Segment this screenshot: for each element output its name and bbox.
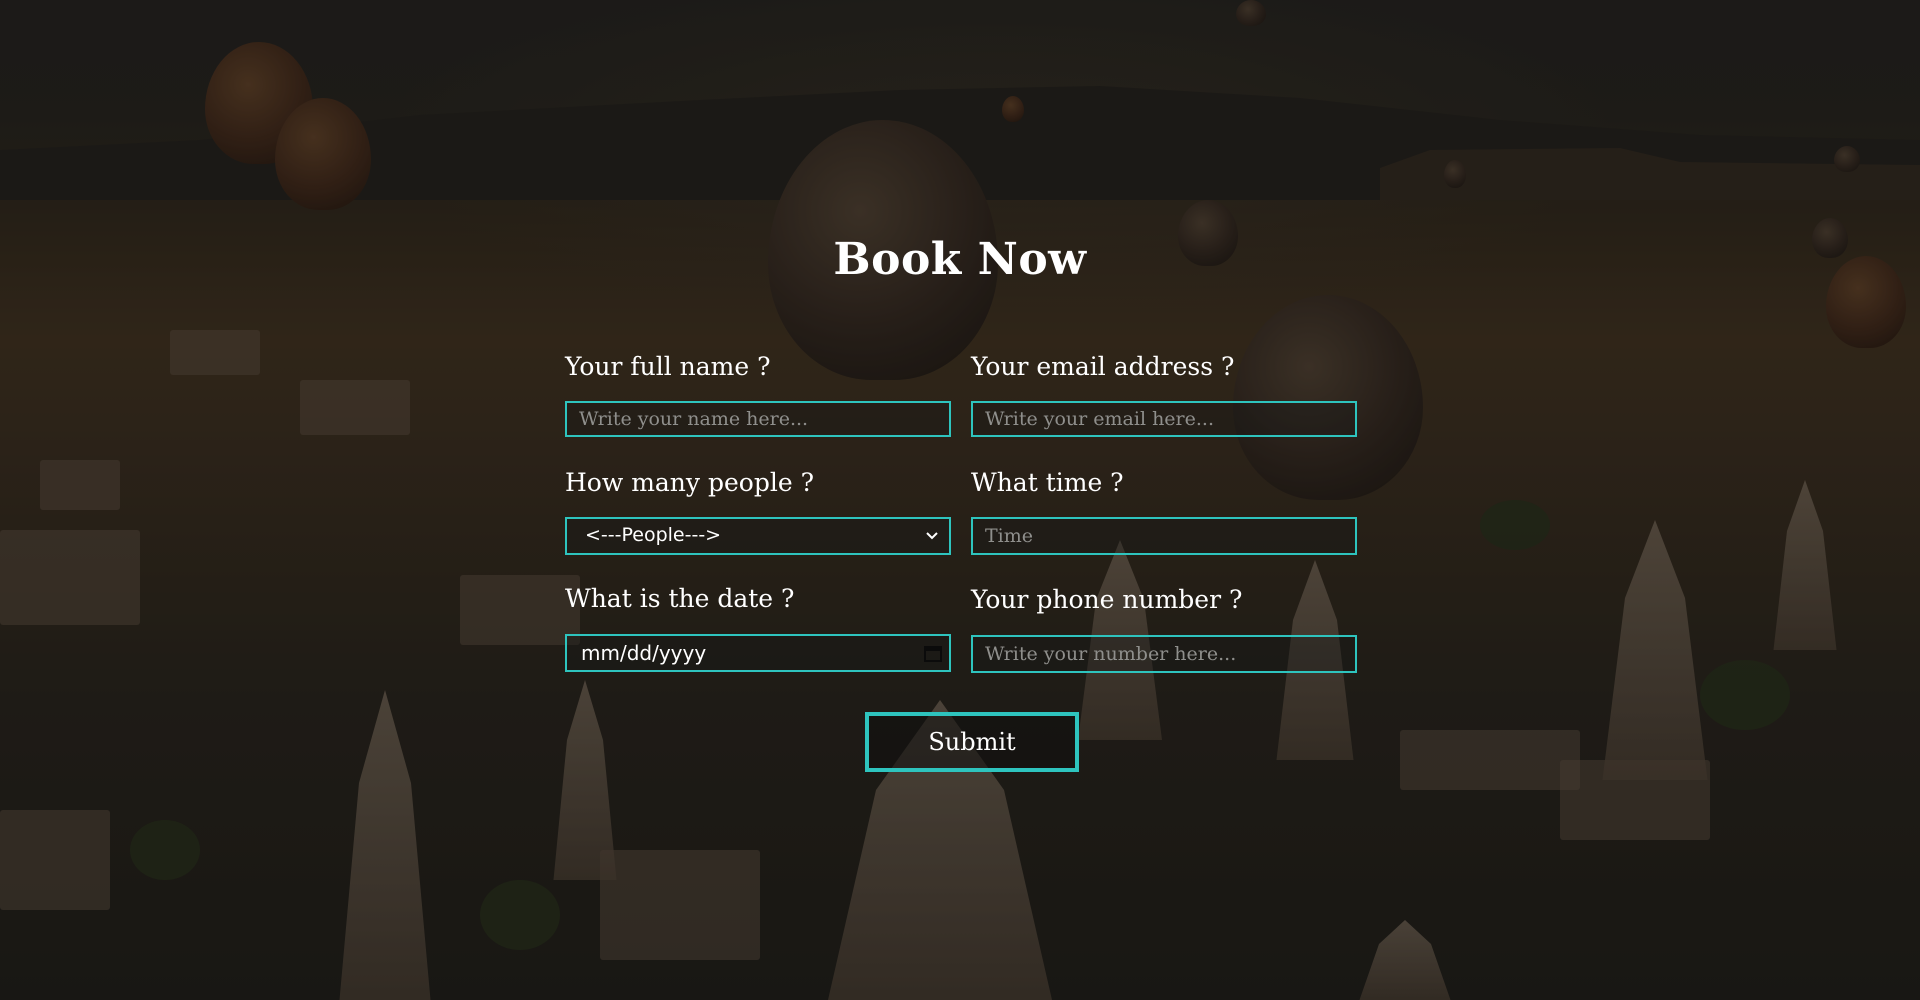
form-title: Book Now [833, 234, 1087, 285]
submit-button[interactable]: Submit [865, 712, 1079, 772]
date-label: What is the date ? [565, 584, 795, 613]
date-input[interactable]: mm/dd/yyyy [565, 634, 951, 672]
phone-label: Your phone number ? [971, 585, 1243, 614]
name-input[interactable] [565, 401, 951, 437]
people-label: How many people ? [565, 468, 814, 497]
people-select-value: <---People---> [585, 524, 722, 546]
date-input-value: mm/dd/yyyy [581, 641, 707, 665]
people-select[interactable]: <---People---> [565, 517, 951, 555]
email-label: Your email address ? [971, 352, 1235, 381]
email-input[interactable] [971, 401, 1357, 437]
chevron-down-icon [926, 532, 938, 540]
time-label: What time ? [971, 468, 1124, 497]
phone-input[interactable] [971, 635, 1357, 673]
time-input[interactable] [971, 517, 1357, 555]
calendar-icon[interactable] [923, 643, 943, 663]
name-label: Your full name ? [565, 352, 771, 381]
booking-form: Book Now Your full name ? Your email add… [565, 220, 1360, 780]
